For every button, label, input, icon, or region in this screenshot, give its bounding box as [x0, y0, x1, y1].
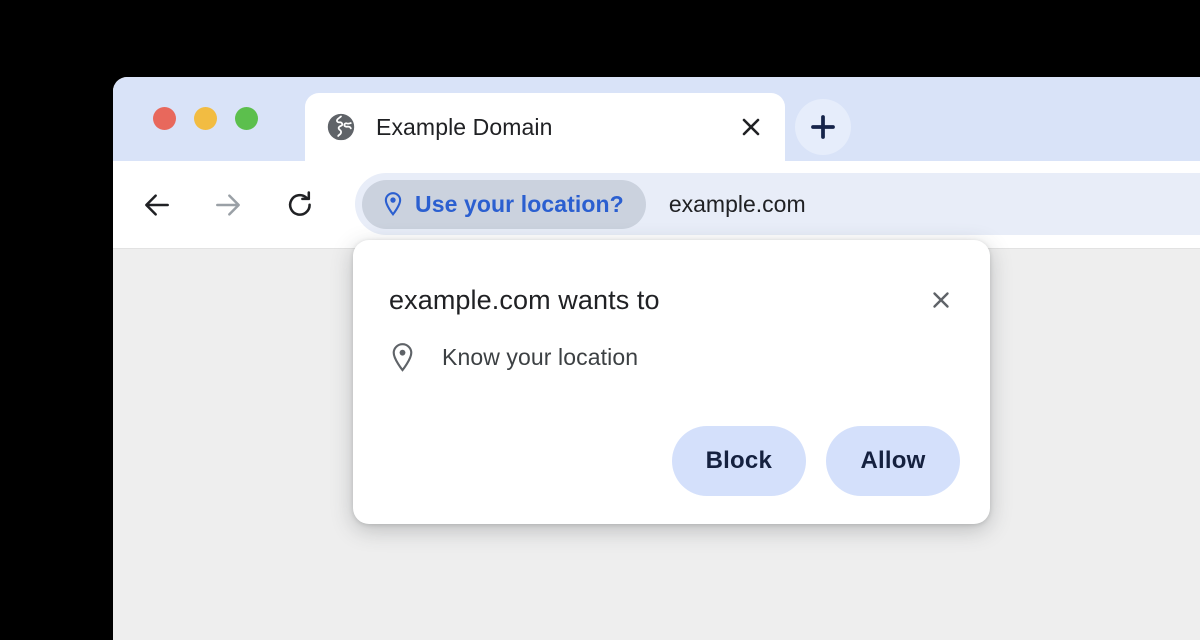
close-icon: [933, 292, 949, 308]
tab-title: Example Domain: [376, 113, 553, 140]
omnibox[interactable]: Use your location? example.com: [355, 173, 1200, 235]
window-close-button[interactable]: [153, 107, 176, 130]
dialog-title: example.com wants to: [389, 284, 660, 315]
browser-tab-example-domain[interactable]: Example Domain: [305, 93, 785, 161]
location-chip-label: Use your location?: [415, 190, 624, 217]
browser-toolbar: Use your location? example.com: [113, 161, 1200, 248]
allow-button[interactable]: Allow: [826, 426, 960, 496]
location-pin-icon: [384, 192, 402, 216]
permission-row-know-your-location: Know your location: [389, 341, 638, 374]
close-icon: [742, 118, 760, 136]
block-button[interactable]: Block: [671, 426, 806, 496]
tab-strip: Example Domain: [113, 77, 1200, 161]
arrow-right-icon: [216, 194, 240, 216]
location-permission-dialog: example.com wants to Know your location …: [353, 240, 990, 524]
window-maximize-button[interactable]: [235, 107, 258, 130]
dialog-actions: Block Allow: [671, 426, 960, 496]
tab-close-button[interactable]: [729, 105, 773, 149]
screenshot-root: Example Domain Use your location? exampl…: [0, 0, 1200, 640]
dialog-close-button[interactable]: [918, 277, 964, 323]
arrow-left-icon: [145, 194, 169, 216]
permission-label: Know your location: [442, 344, 639, 370]
globe-icon: [327, 113, 355, 141]
reload-icon: [288, 191, 311, 216]
window-minimize-button[interactable]: [194, 107, 217, 130]
new-tab-button[interactable]: [795, 99, 851, 155]
location-pin-icon: [392, 343, 413, 372]
location-permission-chip[interactable]: Use your location?: [362, 179, 646, 229]
window-traffic-lights: [153, 107, 258, 130]
forward-button: [204, 181, 252, 229]
back-button[interactable]: [133, 181, 181, 229]
plus-icon: [811, 115, 835, 139]
reload-button[interactable]: [276, 181, 324, 229]
omnibox-url-text: example.com: [668, 190, 806, 217]
